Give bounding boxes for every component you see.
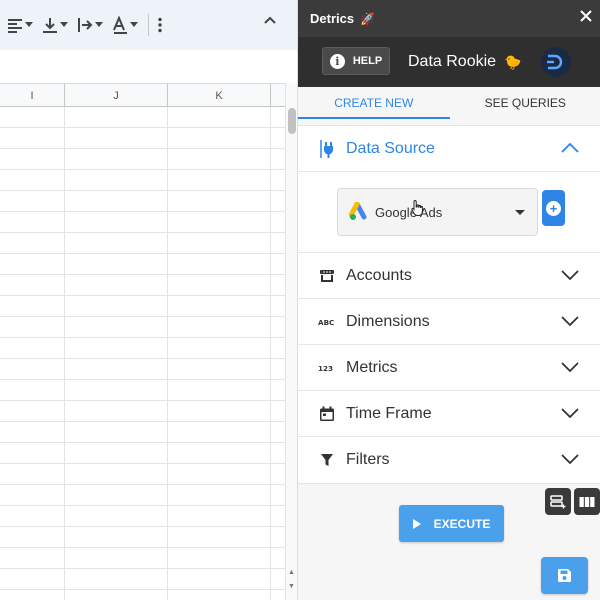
section-metrics[interactable]: 123 Metrics — [298, 345, 600, 391]
detrics-logo-icon — [547, 54, 563, 70]
svg-text:123: 123 — [318, 364, 333, 373]
chevron-up-icon[interactable] — [263, 15, 277, 25]
chevron-down-icon — [561, 362, 579, 373]
table-rows-icon — [550, 494, 566, 508]
vertical-align-button[interactable] — [41, 10, 68, 40]
align-left-icon — [8, 19, 22, 33]
caret-down-icon — [130, 22, 138, 27]
caret-down-icon — [60, 22, 68, 27]
execute-label: EXECUTE — [433, 516, 491, 531]
calendar-icon — [318, 406, 336, 422]
column-headers: I J K — [0, 83, 285, 107]
vertical-scrollbar[interactable]: ▲ ▼ — [285, 83, 297, 600]
save-button[interactable] — [541, 557, 588, 594]
add-row-button[interactable] — [545, 488, 571, 515]
text-rotation-button[interactable] — [111, 10, 138, 40]
chevron-down-icon — [561, 316, 579, 327]
section-data-source[interactable]: Data Source — [298, 126, 600, 172]
user-level-label: Data Rookie — [408, 53, 497, 70]
section-label: Time Frame — [346, 404, 432, 422]
rocket-icon: 🚀 — [360, 11, 376, 26]
text-wrap-button[interactable] — [76, 10, 103, 40]
plus-icon: + — [546, 200, 561, 216]
data-source-body: Google Ads + — [298, 172, 600, 253]
tab-see-queries[interactable]: SEE QUERIES — [450, 87, 600, 119]
section-label: Data Source — [346, 139, 435, 157]
chevron-down-icon — [561, 454, 579, 465]
panel-title: Detrics — [310, 11, 355, 26]
data-source-select[interactable]: Google Ads — [337, 188, 538, 236]
google-ads-icon — [349, 202, 367, 220]
panel-subheader: i HELP Data Rookie 🐤 — [298, 37, 600, 87]
chevron-up-icon — [561, 142, 579, 153]
chevron-down-icon — [561, 270, 579, 281]
section-label: Dimensions — [346, 312, 430, 330]
caret-down-icon — [95, 22, 103, 27]
section-label: Accounts — [346, 266, 412, 284]
section-dimensions[interactable]: ABC Dimensions — [298, 299, 600, 345]
column-header-k[interactable]: K — [168, 84, 271, 107]
spreadsheet-area: I J K ▲ ▼ — [0, 0, 297, 600]
text-rotation-icon — [113, 16, 127, 34]
more-options-button[interactable] — [157, 10, 163, 40]
help-button[interactable]: i HELP — [322, 47, 390, 75]
section-filters[interactable]: Filters — [298, 437, 600, 483]
abc-icon: ABC — [318, 317, 336, 327]
section-time-frame[interactable]: Time Frame — [298, 391, 600, 437]
column-view-button[interactable] — [574, 488, 600, 515]
store-icon — [318, 269, 336, 283]
section-label: Filters — [346, 451, 390, 468]
align-bottom-icon — [43, 18, 57, 33]
column-header-j[interactable]: J — [65, 84, 168, 107]
save-icon — [558, 569, 571, 582]
scroll-down-arrow[interactable]: ▼ — [288, 583, 295, 590]
data-source-value: Google Ads — [375, 204, 443, 220]
more-vert-icon — [158, 17, 162, 33]
chevron-down-icon — [561, 408, 579, 419]
close-icon[interactable] — [579, 9, 593, 23]
plug-icon — [318, 139, 336, 159]
info-icon: i — [329, 53, 345, 69]
play-icon — [412, 518, 421, 529]
numbers-icon: 123 — [318, 363, 336, 373]
horizontal-align-button[interactable] — [6, 10, 33, 40]
sheet-toolbar — [0, 0, 297, 50]
view-columns-icon — [579, 496, 595, 507]
chick-icon: 🐤 — [504, 54, 522, 70]
avatar[interactable] — [541, 47, 571, 77]
section-label: Metrics — [346, 358, 398, 376]
text-wrap-icon — [78, 18, 93, 32]
cell-grid[interactable] — [0, 107, 285, 600]
add-data-source-button[interactable]: + — [542, 190, 565, 226]
scroll-up-arrow[interactable]: ▲ — [288, 569, 295, 576]
formula-bar-area — [0, 50, 297, 83]
execute-button[interactable]: EXECUTE — [399, 505, 504, 542]
scrollbar-thumb[interactable] — [288, 108, 296, 134]
help-label: HELP — [352, 55, 383, 67]
column-header-i[interactable]: I — [0, 84, 65, 107]
section-accounts[interactable]: Accounts — [298, 253, 600, 299]
toolbar-divider — [148, 14, 149, 36]
svg-text:ABC: ABC — [318, 318, 334, 327]
panel-titlebar: Detrics 🚀 — [298, 0, 600, 37]
caret-down-icon — [515, 210, 525, 215]
hand-cursor-icon — [411, 199, 423, 216]
caret-down-icon — [25, 22, 33, 27]
funnel-icon — [318, 453, 336, 467]
detrics-sidebar: Detrics 🚀 i HELP Data Rookie 🐤 CREATE NE… — [297, 0, 600, 600]
column-header-partial — [271, 84, 285, 107]
query-builder-accordion: Data Source Google Ads + Accounts ABC Di… — [298, 125, 600, 484]
panel-tabs: CREATE NEW SEE QUERIES — [298, 87, 600, 119]
tab-create-new[interactable]: CREATE NEW — [298, 87, 450, 119]
